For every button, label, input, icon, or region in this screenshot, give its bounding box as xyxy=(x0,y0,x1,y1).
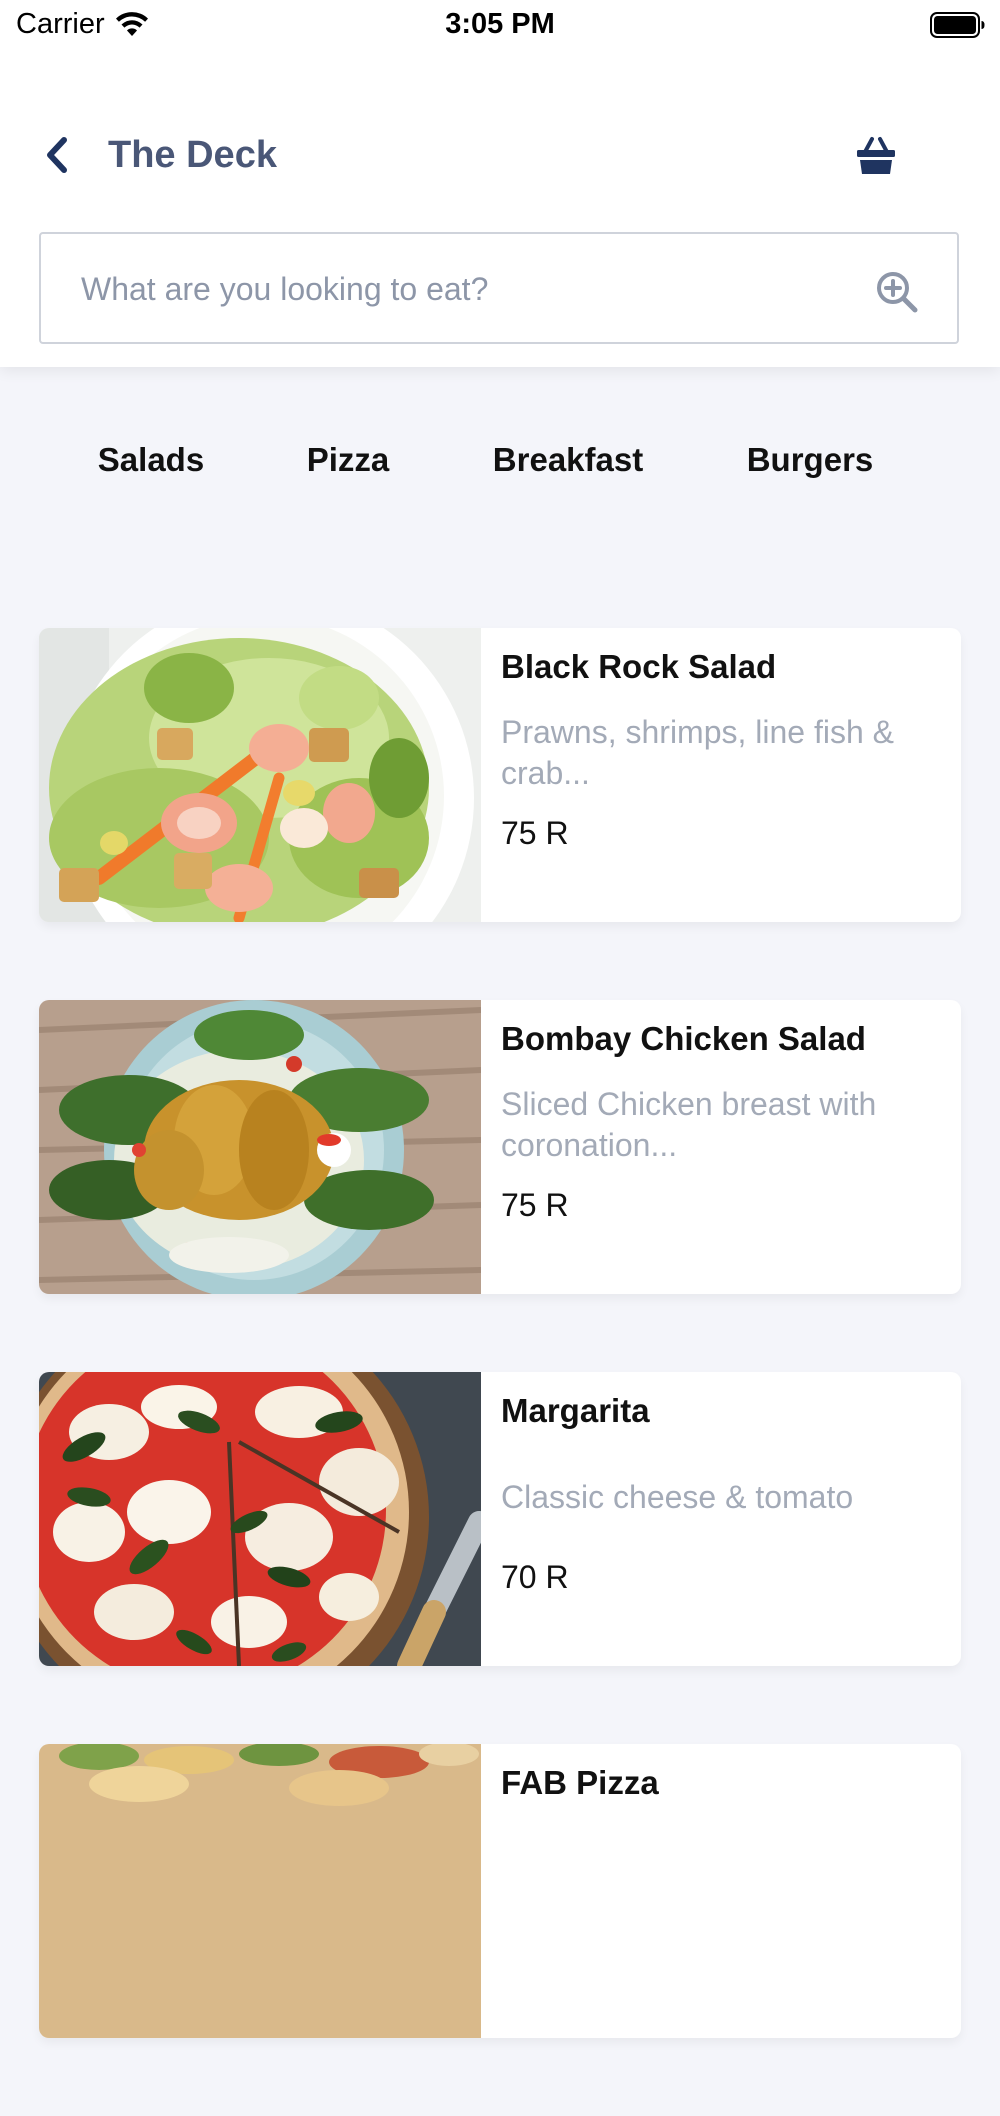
menu-item-description: Prawns, shrimps, line fish & crab... xyxy=(501,714,895,791)
search-box xyxy=(39,232,959,344)
back-button[interactable] xyxy=(36,132,76,178)
status-bar: Carrier 3:05 PM xyxy=(0,0,1000,50)
menu-item-name: Margarita xyxy=(501,1392,650,1429)
menu-item-description: Classic cheese & tomato xyxy=(501,1478,854,1515)
chevron-left-icon xyxy=(47,137,67,173)
category-tabs: Salads Pizza Breakfast Burgers xyxy=(0,432,1000,492)
menu-item-info: Margarita Classic cheese & tomato 70 R xyxy=(501,1388,941,1598)
menu-item-description xyxy=(501,1828,941,1910)
menu-item-name: FAB Pizza xyxy=(501,1764,659,1801)
cart-button[interactable] xyxy=(848,132,904,180)
tab-pizza[interactable]: Pizza xyxy=(307,432,390,488)
tab-breakfast[interactable]: Breakfast xyxy=(493,432,643,488)
top-area: Carrier 3:05 PM The Deck xyxy=(0,0,1000,367)
status-time: 3:05 PM xyxy=(445,8,555,40)
menu-item-description: Sliced Chicken breast with coronation... xyxy=(501,1086,877,1163)
pizza-photo xyxy=(39,1744,481,2038)
menu-item-card[interactable]: Bombay Chicken Salad Sliced Chicken brea… xyxy=(39,1000,961,1294)
menu-item-name: Bombay Chicken Salad xyxy=(501,1020,866,1057)
menu-item-card[interactable]: Margarita Classic cheese & tomato 70 R xyxy=(39,1372,961,1666)
menu-list: Black Rock Salad Prawns, shrimps, line f… xyxy=(39,628,961,2116)
menu-item-price: 75 R xyxy=(501,1187,569,1223)
tab-salads[interactable]: Salads xyxy=(98,432,204,488)
menu-item-price: 70 R xyxy=(501,1559,569,1595)
header-bar: The Deck xyxy=(0,118,1000,192)
menu-item-card[interactable]: FAB Pizza xyxy=(39,1744,961,2038)
menu-item-card[interactable]: Black Rock Salad Prawns, shrimps, line f… xyxy=(39,628,961,922)
basket-icon xyxy=(857,137,895,174)
pizza-photo xyxy=(39,1372,481,1666)
menu-item-info: FAB Pizza xyxy=(501,1760,941,1928)
tab-burgers[interactable]: Burgers xyxy=(747,432,874,488)
zoom-in-icon[interactable] xyxy=(875,270,919,314)
battery-icon xyxy=(930,12,985,38)
page-title: The Deck xyxy=(108,134,277,176)
menu-item-name: Black Rock Salad xyxy=(501,648,777,685)
chicken-salad-photo xyxy=(39,1000,481,1294)
search-input[interactable] xyxy=(81,262,861,316)
salad-photo xyxy=(39,628,481,922)
menu-item-price: 75 R xyxy=(501,815,569,851)
menu-item-info: Black Rock Salad Prawns, shrimps, line f… xyxy=(501,644,941,854)
menu-item-info: Bombay Chicken Salad Sliced Chicken brea… xyxy=(501,1016,941,1226)
